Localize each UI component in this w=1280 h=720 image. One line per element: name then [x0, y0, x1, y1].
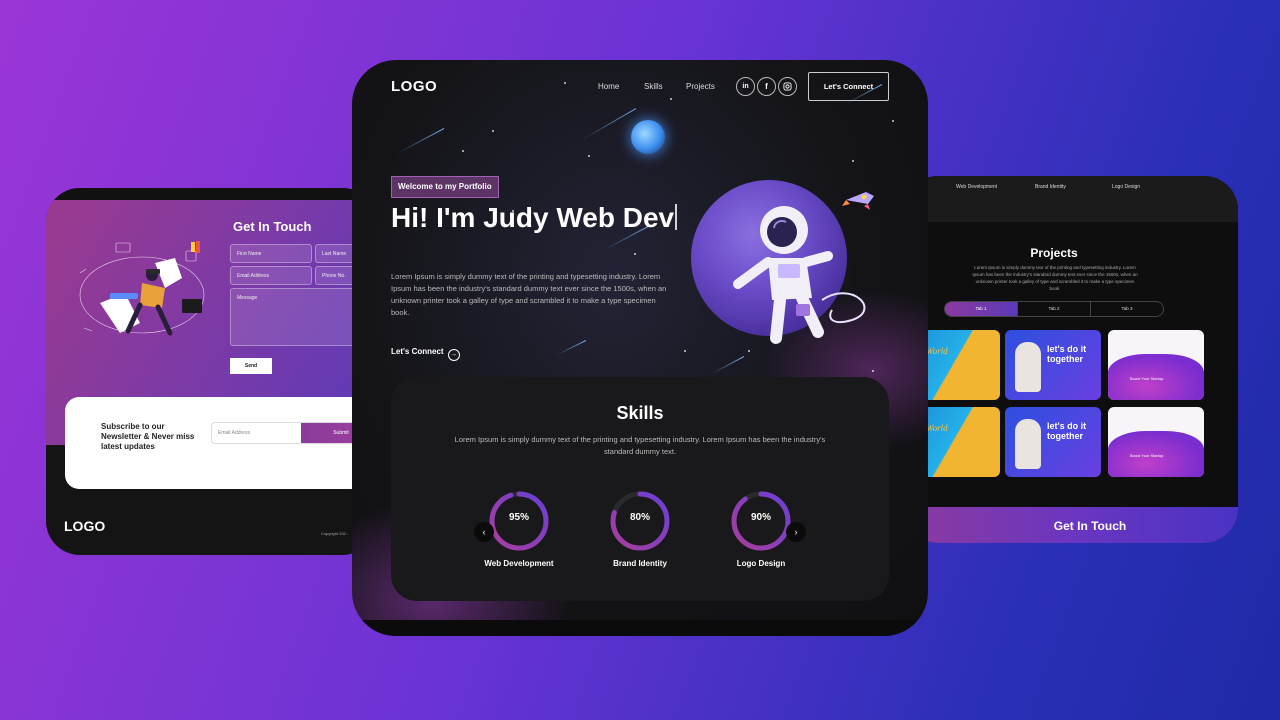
thumb-text: World	[926, 346, 948, 356]
facebook-icon[interactable]: f	[757, 77, 776, 96]
thumb-text: let's do it together	[1047, 421, 1087, 441]
star	[634, 253, 636, 255]
site-logo[interactable]: LOGO	[391, 78, 437, 95]
star	[892, 120, 894, 122]
thumb-text: let's do it together	[1047, 344, 1087, 364]
star	[462, 150, 464, 152]
tab-3[interactable]: Tab 3	[1091, 302, 1163, 316]
star	[670, 98, 672, 100]
carousel-next-button[interactable]: ›	[786, 522, 806, 542]
welcome-badge: Welcome to my Portfolio	[391, 176, 499, 198]
skill-value-brand: 80%	[629, 512, 650, 523]
shooting-star	[582, 108, 637, 140]
skills-strip	[904, 176, 1238, 222]
star	[588, 155, 590, 157]
projects-title: Projects	[1030, 246, 1078, 260]
star	[872, 370, 874, 372]
carousel-prev-button[interactable]: ‹	[474, 522, 494, 542]
astronaut-illustration	[733, 206, 866, 344]
nav-projects[interactable]: Projects	[686, 82, 715, 91]
projects-tabs: Tab 1 Tab 2 Tab 3	[944, 301, 1164, 317]
project-thumb[interactable]: let's do it together	[1005, 330, 1101, 400]
send-button[interactable]: Send	[230, 358, 272, 374]
shooting-star	[397, 128, 445, 154]
thumb-text: World	[926, 423, 948, 433]
skill-label-brand: Brand Identity	[1035, 184, 1066, 190]
project-thumb[interactable]: Boost Your Startup	[1108, 407, 1204, 477]
blue-moon	[631, 120, 665, 154]
first-name-field[interactable]: First Name	[230, 244, 312, 263]
skill-label-web: Web Development	[956, 184, 998, 190]
skills-description: Lorem Ipsum is simply dummy text of the …	[454, 435, 826, 456]
tab-2[interactable]: Tab 2	[1018, 302, 1091, 316]
thumb-text: Boost Your Startup	[1130, 453, 1164, 458]
vr-person-illustration	[79, 241, 205, 336]
get-in-touch-heading: Get In Touch	[1053, 519, 1127, 533]
email-field[interactable]: Email Address	[230, 266, 312, 285]
contact-title: Get In Touch	[233, 219, 312, 234]
instagram-icon[interactable]	[778, 77, 797, 96]
nav-skills[interactable]: Skills	[644, 82, 663, 91]
contact-card: Get In Touch First Name Last Name Email …	[46, 188, 376, 555]
project-thumb[interactable]: Boost Your Startup	[1108, 330, 1204, 400]
portfolio-hero-card: LOGO Home Skills Projects in f Let's Con…	[352, 60, 928, 636]
star	[564, 82, 566, 84]
person-figure	[1015, 419, 1041, 469]
skill-label-web-development: Web Development	[484, 559, 554, 568]
card-bottom-strip	[352, 620, 928, 636]
skill-value-logo: 90%	[750, 512, 771, 523]
skill-label-brand-identity: Brand Identity	[613, 559, 667, 568]
shooting-star	[557, 340, 587, 355]
rocket-icon	[842, 192, 874, 210]
lets-connect-nav-button[interactable]: Let's Connect	[808, 72, 889, 101]
linkedin-icon[interactable]: in	[736, 77, 755, 96]
skill-label-logo-design: Logo Design	[736, 559, 786, 568]
skill-label-logo: Logo Design	[1112, 184, 1141, 190]
thumb-text: Boost Your Startup	[1130, 376, 1164, 381]
tab-1[interactable]: Tab 1	[945, 302, 1018, 316]
skills-panel: Skills Lorem Ipsum is simply dummy text …	[391, 377, 889, 601]
person-figure	[1015, 342, 1041, 392]
lets-connect-label: Let's Connect	[391, 347, 444, 356]
skill-value-web: 95%	[508, 512, 529, 523]
card-top-strip	[46, 188, 376, 200]
lets-connect-link[interactable]: Let's Connect →	[391, 347, 460, 361]
copyright-text: Copyright 202...	[321, 531, 350, 536]
star	[852, 160, 854, 162]
newsletter-text: Subscribe to our Newsletter & Never miss…	[101, 422, 195, 451]
arrow-right-icon: →	[447, 349, 460, 361]
star	[492, 130, 494, 132]
hero-title: Hi! I'm Judy Web Dev	[391, 203, 681, 233]
projects-description: Lorem Ipsum is simply dummy text of the …	[972, 265, 1138, 291]
shooting-star	[711, 356, 745, 374]
footer-logo: LOGO	[64, 518, 106, 534]
newsletter-box: Subscribe to our Newsletter & Never miss…	[65, 397, 376, 489]
typing-cursor	[675, 204, 678, 230]
hero-title-text: Hi! I'm Judy Web Dev	[391, 202, 675, 233]
project-thumb[interactable]: let's do it together	[1005, 407, 1101, 477]
skills-title: Skills	[616, 403, 664, 423]
hero-description: Lorem Ipsum is simply dummy text of the …	[391, 272, 667, 317]
star	[748, 350, 750, 352]
nav-home[interactable]: Home	[598, 82, 619, 91]
projects-card: Web Development Brand Identity Logo Desi…	[904, 176, 1238, 543]
star	[684, 350, 686, 352]
